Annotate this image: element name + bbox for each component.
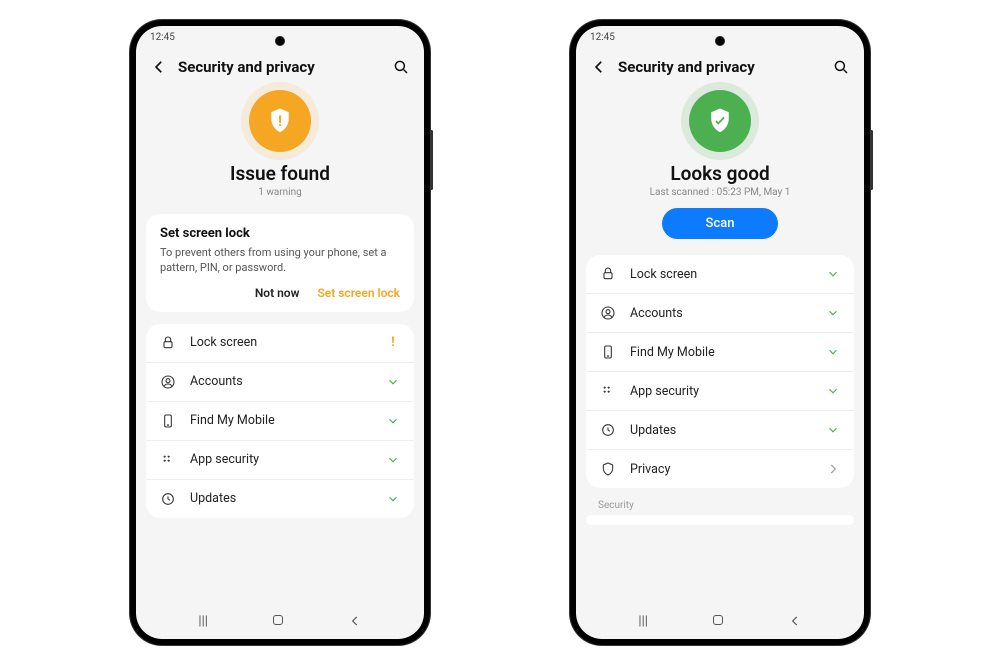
ok-chevron-icon <box>826 423 840 437</box>
warning-icon: ! <box>386 335 400 350</box>
nav-bar: ||| <box>136 607 424 639</box>
home-button[interactable] <box>713 614 723 629</box>
card-title: Set screen lock <box>160 226 400 241</box>
recents-button[interactable]: ||| <box>638 614 648 629</box>
recents-button[interactable]: ||| <box>198 614 208 629</box>
ok-chevron-icon <box>386 375 400 389</box>
status-title: Looks good <box>590 162 850 185</box>
row-label: Find My Mobile <box>630 345 812 360</box>
row-lock-screen[interactable]: Lock screen <box>586 255 854 294</box>
nav-bar: ||| <box>576 607 864 639</box>
warning-shield-icon: ! <box>249 90 311 152</box>
row-find-my-mobile[interactable]: Find My Mobile <box>586 333 854 372</box>
row-label: App security <box>190 452 372 467</box>
row-accounts[interactable]: Accounts <box>586 294 854 333</box>
user-icon <box>600 305 616 321</box>
status-hero: Looks good Last scanned : 05:23 PM, May … <box>576 86 864 249</box>
row-label: Updates <box>190 491 372 506</box>
back-button[interactable] <box>348 614 362 628</box>
status-title: Issue found <box>150 162 410 185</box>
ok-chevron-icon <box>826 384 840 398</box>
row-app-security[interactable]: App security <box>586 372 854 411</box>
row-label: Lock screen <box>190 335 372 350</box>
card-body: To prevent others from using your phone,… <box>160 245 400 276</box>
ok-chevron-icon <box>386 492 400 506</box>
apps-icon <box>160 452 176 468</box>
search-icon[interactable] <box>392 58 410 76</box>
app-header: Security and privacy <box>576 52 864 86</box>
ok-chevron-icon <box>826 306 840 320</box>
back-icon[interactable] <box>590 58 608 76</box>
row-accounts[interactable]: Accounts <box>146 363 414 402</box>
section-label: Security <box>576 494 864 513</box>
phone-icon <box>160 413 176 429</box>
phone-left: 12:45 Security and privacy ! Issue found… <box>130 20 430 645</box>
security-list: Lock screen ! Accounts Find My Mobile Ap… <box>146 324 414 518</box>
shield-icon <box>600 461 616 477</box>
phone-icon <box>600 344 616 360</box>
status-subtitle: Last scanned : 05:23 PM, May 1 <box>590 187 850 198</box>
row-label: Privacy <box>630 462 812 477</box>
ok-chevron-icon <box>826 345 840 359</box>
row-label: App security <box>630 384 812 399</box>
ok-shield-icon <box>689 90 751 152</box>
update-icon <box>600 422 616 438</box>
ok-chevron-icon <box>386 453 400 467</box>
next-section <box>586 515 854 525</box>
update-icon <box>160 491 176 507</box>
row-lock-screen[interactable]: Lock screen ! <box>146 324 414 363</box>
page-title: Security and privacy <box>178 58 382 76</box>
row-app-security[interactable]: App security <box>146 441 414 480</box>
chevron-right-icon <box>826 462 840 476</box>
row-label: Lock screen <box>630 267 812 282</box>
row-find-my-mobile[interactable]: Find My Mobile <box>146 402 414 441</box>
user-icon <box>160 374 176 390</box>
status-hero: ! Issue found 1 warning <box>136 86 424 208</box>
phone-right: 12:45 Security and privacy Looks good La… <box>570 20 870 645</box>
back-button[interactable] <box>788 614 802 628</box>
row-label: Accounts <box>630 306 812 321</box>
page-title: Security and privacy <box>618 58 822 76</box>
clock: 12:45 <box>590 32 615 43</box>
search-icon[interactable] <box>832 58 850 76</box>
row-label: Updates <box>630 423 812 438</box>
status-subtitle: 1 warning <box>150 187 410 198</box>
recommendation-card: Set screen lock To prevent others from u… <box>146 214 414 312</box>
not-now-button[interactable]: Not now <box>255 286 300 300</box>
back-icon[interactable] <box>150 58 168 76</box>
ok-chevron-icon <box>826 267 840 281</box>
row-updates[interactable]: Updates <box>146 480 414 518</box>
set-screen-lock-button[interactable]: Set screen lock <box>317 286 400 300</box>
row-label: Find My Mobile <box>190 413 372 428</box>
lock-icon <box>600 266 616 282</box>
lock-icon <box>160 335 176 351</box>
ok-chevron-icon <box>386 414 400 428</box>
clock: 12:45 <box>150 32 175 43</box>
security-list: Lock screen Accounts Find My Mobile App … <box>586 255 854 488</box>
app-header: Security and privacy <box>136 52 424 86</box>
scan-button[interactable]: Scan <box>662 208 779 239</box>
apps-icon <box>600 383 616 399</box>
row-privacy[interactable]: Privacy <box>586 450 854 488</box>
home-button[interactable] <box>273 614 283 629</box>
row-label: Accounts <box>190 374 372 389</box>
row-updates[interactable]: Updates <box>586 411 854 450</box>
